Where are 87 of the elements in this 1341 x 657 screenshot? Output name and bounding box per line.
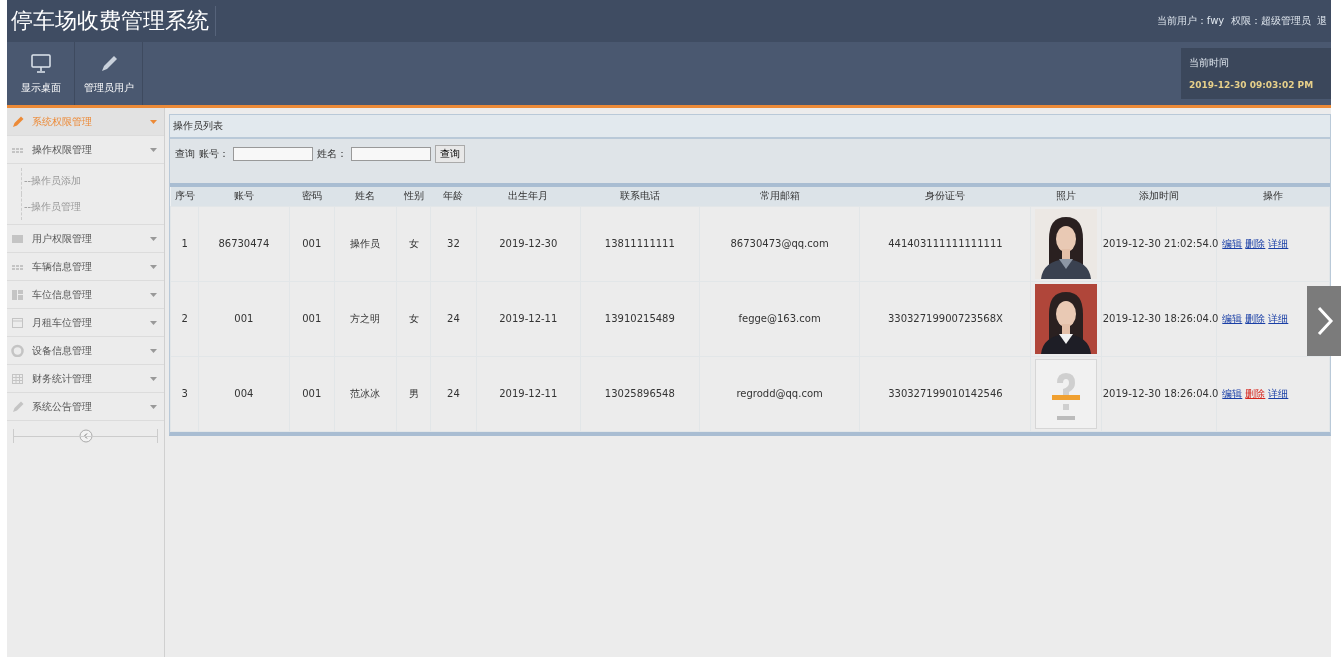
column-header: 身份证号: [860, 187, 1031, 206]
column-header: 联系电话: [580, 187, 700, 206]
column-header: 常用邮箱: [699, 187, 860, 206]
table-cell: 13910215489: [580, 281, 700, 356]
panel-title: 操作员列表: [170, 115, 1330, 139]
field-label: 姓名：: [317, 147, 347, 161]
column-header: 账号: [198, 187, 290, 206]
action-link[interactable]: 删除: [1245, 386, 1266, 401]
no-photo-drawing: [1035, 358, 1098, 429]
table-icon: [11, 372, 24, 385]
table-cell: 330327199010142546: [860, 356, 1031, 431]
search-button[interactable]: 查询: [435, 145, 465, 163]
column-header: 性别: [396, 187, 431, 206]
toolbar-button[interactable]: 管理员用户: [75, 42, 143, 105]
table-cell: 13811111111: [580, 206, 700, 281]
action-link[interactable]: 删除: [1245, 236, 1266, 251]
input-field[interactable]: [233, 147, 313, 161]
table-cell: 男: [396, 356, 431, 431]
table-cell: 86730474: [198, 206, 290, 281]
monitor-icon: [29, 52, 52, 73]
collapse-button[interactable]: [78, 429, 93, 443]
clock-time: 2019-12-30 09:03:02 PM: [1189, 80, 1315, 90]
table-cell: 32: [430, 206, 476, 281]
column-header: 操作: [1216, 187, 1330, 206]
column-header: 添加时间: [1101, 187, 1217, 206]
column-header: 姓名: [334, 187, 397, 206]
table-cell: regrodd@qq.com: [699, 356, 860, 431]
calendar-icon: [11, 316, 24, 329]
clock-label: 当前时间: [1189, 56, 1230, 70]
image-icon: [11, 232, 24, 245]
caret-icon: [149, 403, 158, 410]
table-cell: 女: [396, 281, 431, 356]
table-cell: 2019-12-11: [476, 356, 581, 431]
table-cell: 13025896548: [580, 356, 700, 431]
action-link[interactable]: 删除: [1245, 311, 1266, 326]
column-header: 出生年月: [476, 187, 581, 206]
table-cell: 2019-12-30 18:26:04.0: [1101, 281, 1217, 356]
caret-icon: [149, 375, 158, 382]
action-link[interactable]: 编辑: [1222, 236, 1243, 251]
column-header: 密码: [289, 187, 335, 206]
toolbar-button[interactable]: 显示桌面: [7, 42, 75, 105]
search-label: 查询: [175, 147, 195, 161]
lifebuoy-icon: [11, 344, 24, 357]
table-cell: 2019-12-30 21:02:54.0: [1101, 206, 1217, 281]
table-cell: 2: [170, 281, 199, 356]
caret-icon: [149, 118, 158, 125]
table-cell: 2019-12-30 18:26:04.0: [1101, 356, 1217, 431]
column-header: 序号: [170, 187, 199, 206]
table-cell: 86730473@qq.com: [699, 206, 860, 281]
table-cell: 001: [198, 281, 290, 356]
table-cell: 3: [170, 356, 199, 431]
pencil-icon: [11, 115, 24, 128]
table-cell: 33032719900723568X: [860, 281, 1031, 356]
caret-icon: [149, 347, 158, 354]
action-link[interactable]: 编辑: [1222, 386, 1243, 401]
table-cell: 001: [289, 281, 335, 356]
caret-icon: [149, 319, 158, 326]
column-header: 年龄: [430, 187, 476, 206]
table-cell: 女: [396, 206, 431, 281]
caret-icon: [149, 235, 158, 242]
table-cell: 441403111111111111: [860, 206, 1031, 281]
table-cell: 004: [198, 356, 290, 431]
layout-icon: [11, 288, 24, 301]
caret-icon: [149, 291, 158, 298]
table-cell: 范冰冰: [334, 356, 397, 431]
action-link[interactable]: 详细: [1268, 311, 1289, 326]
table-cell: 24: [430, 356, 476, 431]
app-title: 停车场收费管理系统: [11, 6, 216, 36]
table-cell: 2019-12-30: [476, 206, 581, 281]
action-link[interactable]: 详细: [1268, 236, 1289, 251]
column-header: 照片: [1030, 187, 1102, 206]
action-link[interactable]: 编辑: [1222, 311, 1243, 326]
action-link[interactable]: 详细: [1268, 386, 1289, 401]
table-cell: fegge@163.com: [699, 281, 860, 356]
table-cell: 001: [289, 206, 335, 281]
table-cell: 2019-12-11: [476, 281, 581, 356]
table-cell: 方之明: [334, 281, 397, 356]
field-label: 账号：: [199, 147, 229, 161]
table-cell: 1: [170, 206, 199, 281]
table-cell: 操作员: [334, 206, 397, 281]
user-info: 当前用户：fwy 权限：超级管理员 退: [1156, 14, 1327, 28]
table-cell: 001: [289, 356, 335, 431]
table-cell: 24: [430, 281, 476, 356]
caret-icon: [149, 263, 158, 270]
pencil-icon: [11, 400, 24, 413]
input-field[interactable]: [351, 147, 431, 161]
caret-icon: [149, 146, 158, 153]
